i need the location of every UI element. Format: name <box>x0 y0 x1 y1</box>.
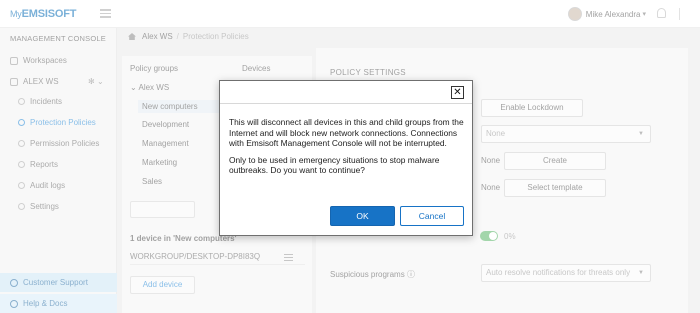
dialog-warning: Only to be used in emergency situations … <box>229 154 440 176</box>
dialog-body: This will disconnect all devices in this… <box>229 117 465 182</box>
dialog-message: This will disconnect all devices in this… <box>229 117 464 148</box>
ok-button[interactable]: OK <box>330 206 395 226</box>
dialog-header: ✕ <box>220 81 472 104</box>
confirm-dialog: ✕ This will disconnect all devices in th… <box>219 80 473 236</box>
close-icon[interactable]: ✕ <box>451 86 464 99</box>
cancel-button[interactable]: Cancel <box>400 206 464 226</box>
